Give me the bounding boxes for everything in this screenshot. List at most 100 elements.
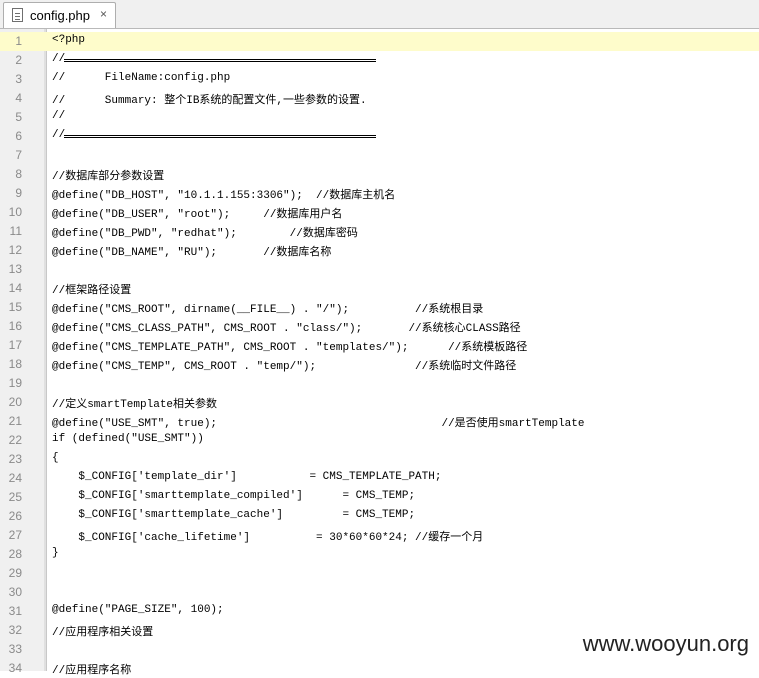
line-number: 2 <box>15 53 22 67</box>
code-text: @define("DB_NAME", "RU"); //数据库名称 <box>52 247 332 259</box>
code-line[interactable]: 29 <box>0 564 759 583</box>
line-number: 15 <box>8 300 22 314</box>
code-line[interactable]: 23 { <box>0 450 759 469</box>
line-number: 20 <box>8 395 22 409</box>
code-text: $_CONFIG['smarttemplate_cache'] = CMS_TE… <box>52 509 416 521</box>
code-text: //数据库部分参数设置 <box>52 171 165 183</box>
code-line[interactable]: 14 //框架路径设置 <box>0 279 759 298</box>
code-text: if (defined("USE_SMT")) <box>52 433 204 445</box>
code-line[interactable]: 12 @define("DB_NAME", "RU"); //数据库名称 <box>0 241 759 260</box>
code-text: $_CONFIG['cache_lifetime'] = 30*60*60*24… <box>52 532 484 544</box>
code-text: @define("CMS_TEMP", CMS_ROOT . "temp/");… <box>52 361 517 373</box>
code-text: // FileName:config.php <box>52 72 231 84</box>
code-line[interactable]: 30 <box>0 583 759 602</box>
line-number: 18 <box>8 357 22 371</box>
line-number: 1 <box>15 34 22 48</box>
code-line[interactable]: 11 @define("DB_PWD", "redhat"); //数据库密码 <box>0 222 759 241</box>
line-number: 26 <box>8 509 22 523</box>
line-number: 34 <box>8 661 22 675</box>
line-number: 33 <box>8 642 22 656</box>
code-line[interactable]: 8 //数据库部分参数设置 <box>0 165 759 184</box>
line-number: 4 <box>15 91 22 105</box>
code-text: //应用程序名称 <box>52 665 132 677</box>
line-number: 16 <box>8 319 22 333</box>
code-line[interactable]: 25 $_CONFIG['smarttemplate_compiled'] = … <box>0 488 759 507</box>
code-text: { <box>52 452 59 464</box>
code-line[interactable]: 10 @define("DB_USER", "root"); //数据库用户名 <box>0 203 759 222</box>
code-line[interactable]: 16 @define("CMS_CLASS_PATH", CMS_ROOT . "… <box>0 317 759 336</box>
separator-rule <box>64 135 376 138</box>
code-line[interactable]: 5 // <box>0 108 759 127</box>
code-text: @define("DB_PWD", "redhat"); //数据库密码 <box>52 228 358 240</box>
code-text: // Summary: 整个IB系统的配置文件,一些参数的设置. <box>52 95 367 107</box>
line-number: 23 <box>8 452 22 466</box>
tab-bar: config.php × <box>0 0 759 29</box>
code-line[interactable]: 31 @define("PAGE_SIZE", 100); <box>0 602 759 621</box>
code-line[interactable]: 21 @define("USE_SMT", true); //是否使用smartT… <box>0 412 759 431</box>
close-icon[interactable]: × <box>100 7 107 21</box>
code-line[interactable]: 28} <box>0 545 759 564</box>
code-text: @define("USE_SMT", true); //是否使用smartTem… <box>52 418 585 430</box>
line-number: 10 <box>8 205 22 219</box>
line-number: 11 <box>9 224 22 238</box>
line-number: 29 <box>8 566 22 580</box>
watermark: www.wooyun.org <box>582 631 749 656</box>
code-editor[interactable]: 1 <?php 2//3// FileName:config.php 4// Summ… <box>0 29 759 677</box>
code-text: <?php <box>52 34 86 46</box>
line-number: 13 <box>8 262 22 276</box>
line-number: 19 <box>8 376 22 390</box>
line-number: 25 <box>8 490 22 504</box>
code-line[interactable]: 6// <box>0 127 759 146</box>
code-line[interactable]: 20 //定义smartTemplate相关参数 <box>0 393 759 412</box>
code-line[interactable]: 3 // FileName:config.php <box>0 70 759 89</box>
line-number: 9 <box>15 186 22 200</box>
line-number: 32 <box>8 623 22 637</box>
code-line[interactable]: 22 if (defined("USE_SMT")) <box>0 431 759 450</box>
line-number: 7 <box>15 148 22 162</box>
code-line[interactable]: 1 <?php <box>0 32 759 51</box>
code-text: $_CONFIG['smarttemplate_compiled'] = CMS… <box>52 490 416 502</box>
code-text: //定义smartTemplate相关参数 <box>52 399 218 411</box>
line-number: 22 <box>8 433 22 447</box>
code-line[interactable]: 24 $_CONFIG['template_dir'] = CMS_TEMPLA… <box>0 469 759 488</box>
line-number: 30 <box>8 585 22 599</box>
code-text: } <box>52 547 59 559</box>
code-line[interactable]: 34 //应用程序名称 <box>0 659 759 678</box>
code-line[interactable]: 17 @define("CMS_TEMPLATE_PATH", CMS_ROOT … <box>0 336 759 355</box>
code-text: // <box>52 110 66 122</box>
code-text: @define("CMS_TEMPLATE_PATH", CMS_ROOT . … <box>52 342 528 354</box>
tab-config-php[interactable]: config.php × <box>3 2 116 28</box>
code-line[interactable]: 7 <box>0 146 759 165</box>
code-text: $_CONFIG['template_dir'] = CMS_TEMPLATE_… <box>52 471 442 483</box>
code-text: @define("PAGE_SIZE", 100); <box>52 604 224 616</box>
code-line[interactable]: 9 @define("DB_HOST", "10.1.1.155:3306"); … <box>0 184 759 203</box>
line-number: 3 <box>15 72 22 86</box>
tab-label: config.php <box>30 8 90 23</box>
code-text: @define("DB_USER", "root"); //数据库用户名 <box>52 209 343 221</box>
code-line[interactable]: 26 $_CONFIG['smarttemplate_cache'] = CMS… <box>0 507 759 526</box>
code-line[interactable]: 4 // Summary: 整个IB系统的配置文件,一些参数的设置. <box>0 89 759 108</box>
line-number: 8 <box>15 167 22 181</box>
line-number: 6 <box>15 129 22 143</box>
code-line[interactable]: 19 <box>0 374 759 393</box>
line-number: 27 <box>8 528 22 542</box>
line-number: 17 <box>8 338 22 352</box>
separator-rule <box>64 59 376 62</box>
line-number: 5 <box>15 110 22 124</box>
line-number: 12 <box>8 243 22 257</box>
line-number: 28 <box>8 547 22 561</box>
code-text: //框架路径设置 <box>52 285 132 297</box>
code-line[interactable]: 13 <box>0 260 759 279</box>
code-line[interactable]: 2// <box>0 51 759 70</box>
line-number: 21 <box>8 414 22 428</box>
code-text: @define("CMS_ROOT", dirname(__FILE__) . … <box>52 304 484 316</box>
code-line[interactable]: 15 @define("CMS_ROOT", dirname(__FILE__) … <box>0 298 759 317</box>
line-number: 31 <box>8 604 22 618</box>
code-line[interactable]: 27 $_CONFIG['cache_lifetime'] = 30*60*60… <box>0 526 759 545</box>
line-number: 24 <box>8 471 22 485</box>
code-text: @define("CMS_CLASS_PATH", CMS_ROOT . "cl… <box>52 323 521 335</box>
code-line[interactable]: 18 @define("CMS_TEMP", CMS_ROOT . "temp/"… <box>0 355 759 374</box>
code-text: @define("DB_HOST", "10.1.1.155:3306"); /… <box>52 190 396 202</box>
line-number: 14 <box>8 281 22 295</box>
code-text: //应用程序相关设置 <box>52 627 154 639</box>
